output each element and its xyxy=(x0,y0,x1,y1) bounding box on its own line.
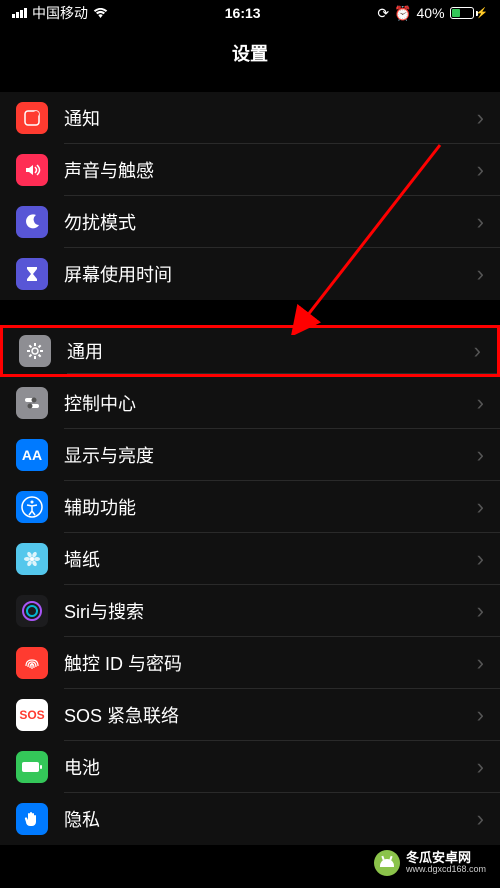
chevron-right-icon: › xyxy=(477,754,484,780)
row-label: 控制中心 xyxy=(64,390,477,416)
row-label: 墙纸 xyxy=(64,546,477,572)
watermark-url: www.dgxcd168.com xyxy=(406,865,486,875)
chevron-right-icon: › xyxy=(477,806,484,832)
chevron-right-icon: › xyxy=(477,494,484,520)
settings-row-sounds[interactable]: 声音与触感› xyxy=(0,144,500,196)
watermark-name: 冬瓜安卓网 xyxy=(406,851,486,865)
sos-icon: SOS xyxy=(16,699,48,731)
wifi-icon xyxy=(93,8,108,19)
settings-row-wallpaper[interactable]: 墙纸› xyxy=(0,533,500,585)
row-label: SOS 紧急联络 xyxy=(64,702,477,728)
carrier-label: 中国移动 xyxy=(32,3,88,23)
wallpaper-icon xyxy=(16,543,48,575)
battery-icon: ⚡ xyxy=(450,7,488,19)
screentime-icon xyxy=(16,258,48,290)
row-label: 通用 xyxy=(67,338,474,364)
settings-group: 通用›控制中心›AA显示与亮度›辅助功能›墙纸›Siri与搜索›触控 ID 与密… xyxy=(0,325,500,845)
general-icon xyxy=(19,335,51,367)
chevron-right-icon: › xyxy=(477,650,484,676)
row-label: 辅助功能 xyxy=(64,494,477,520)
row-label: 屏幕使用时间 xyxy=(64,261,477,287)
row-label: Siri与搜索 xyxy=(64,598,477,624)
sounds-icon xyxy=(16,154,48,186)
row-label: 勿扰模式 xyxy=(64,209,477,235)
settings-row-screentime[interactable]: 屏幕使用时间› xyxy=(0,248,500,300)
chevron-right-icon: › xyxy=(477,157,484,183)
chevron-right-icon: › xyxy=(477,546,484,572)
settings-row-privacy[interactable]: 隐私› xyxy=(0,793,500,845)
settings-group: 通知›声音与触感›勿扰模式›屏幕使用时间› xyxy=(0,92,500,300)
battery-icon xyxy=(16,751,48,783)
alarm-icon: ⏰ xyxy=(394,5,411,22)
row-label: 触控 ID 与密码 xyxy=(64,650,477,676)
row-label: 显示与亮度 xyxy=(64,442,477,468)
chevron-right-icon: › xyxy=(474,338,481,364)
watermark-logo-icon xyxy=(374,850,400,876)
display-icon: AA xyxy=(16,439,48,471)
settings-row-general[interactable]: 通用› xyxy=(0,325,500,377)
watermark: 冬瓜安卓网 www.dgxcd168.com xyxy=(368,846,492,880)
chevron-right-icon: › xyxy=(477,261,484,287)
settings-row-siri[interactable]: Siri与搜索› xyxy=(0,585,500,637)
status-bar: 中国移动 16:13 ⟳ ⏰ 40% ⚡ xyxy=(0,0,500,26)
chevron-right-icon: › xyxy=(477,390,484,416)
settings-row-display[interactable]: AA 显示与亮度› xyxy=(0,429,500,481)
chevron-right-icon: › xyxy=(477,442,484,468)
settings-row-battery[interactable]: 电池› xyxy=(0,741,500,793)
settings-row-touchid[interactable]: 触控 ID 与密码› xyxy=(0,637,500,689)
row-label: 通知 xyxy=(64,105,477,131)
touchid-icon xyxy=(16,647,48,679)
row-label: 隐私 xyxy=(64,806,477,832)
chevron-right-icon: › xyxy=(477,105,484,131)
dnd-icon xyxy=(16,206,48,238)
controlcenter-icon xyxy=(16,387,48,419)
row-label: 电池 xyxy=(64,754,477,780)
settings-row-dnd[interactable]: 勿扰模式› xyxy=(0,196,500,248)
chevron-right-icon: › xyxy=(477,598,484,624)
chevron-right-icon: › xyxy=(477,209,484,235)
row-label: 声音与触感 xyxy=(64,157,477,183)
settings-row-controlcenter[interactable]: 控制中心› xyxy=(0,377,500,429)
privacy-icon xyxy=(16,803,48,835)
siri-icon xyxy=(16,595,48,627)
settings-row-sos[interactable]: SOS SOS 紧急联络› xyxy=(0,689,500,741)
accessibility-icon xyxy=(16,491,48,523)
chevron-right-icon: › xyxy=(477,702,484,728)
battery-pct: 40% xyxy=(417,5,445,21)
status-left: 中国移动 xyxy=(12,3,108,23)
notifications-icon xyxy=(16,102,48,134)
page-title: 设置 xyxy=(0,26,500,80)
status-time: 16:13 xyxy=(225,5,261,21)
settings-row-notifications[interactable]: 通知› xyxy=(0,92,500,144)
status-right: ⟳ ⏰ 40% ⚡ xyxy=(377,5,488,22)
signal-icon xyxy=(12,8,27,18)
orientation-lock-icon: ⟳ xyxy=(377,5,389,22)
settings-row-accessibility[interactable]: 辅助功能› xyxy=(0,481,500,533)
